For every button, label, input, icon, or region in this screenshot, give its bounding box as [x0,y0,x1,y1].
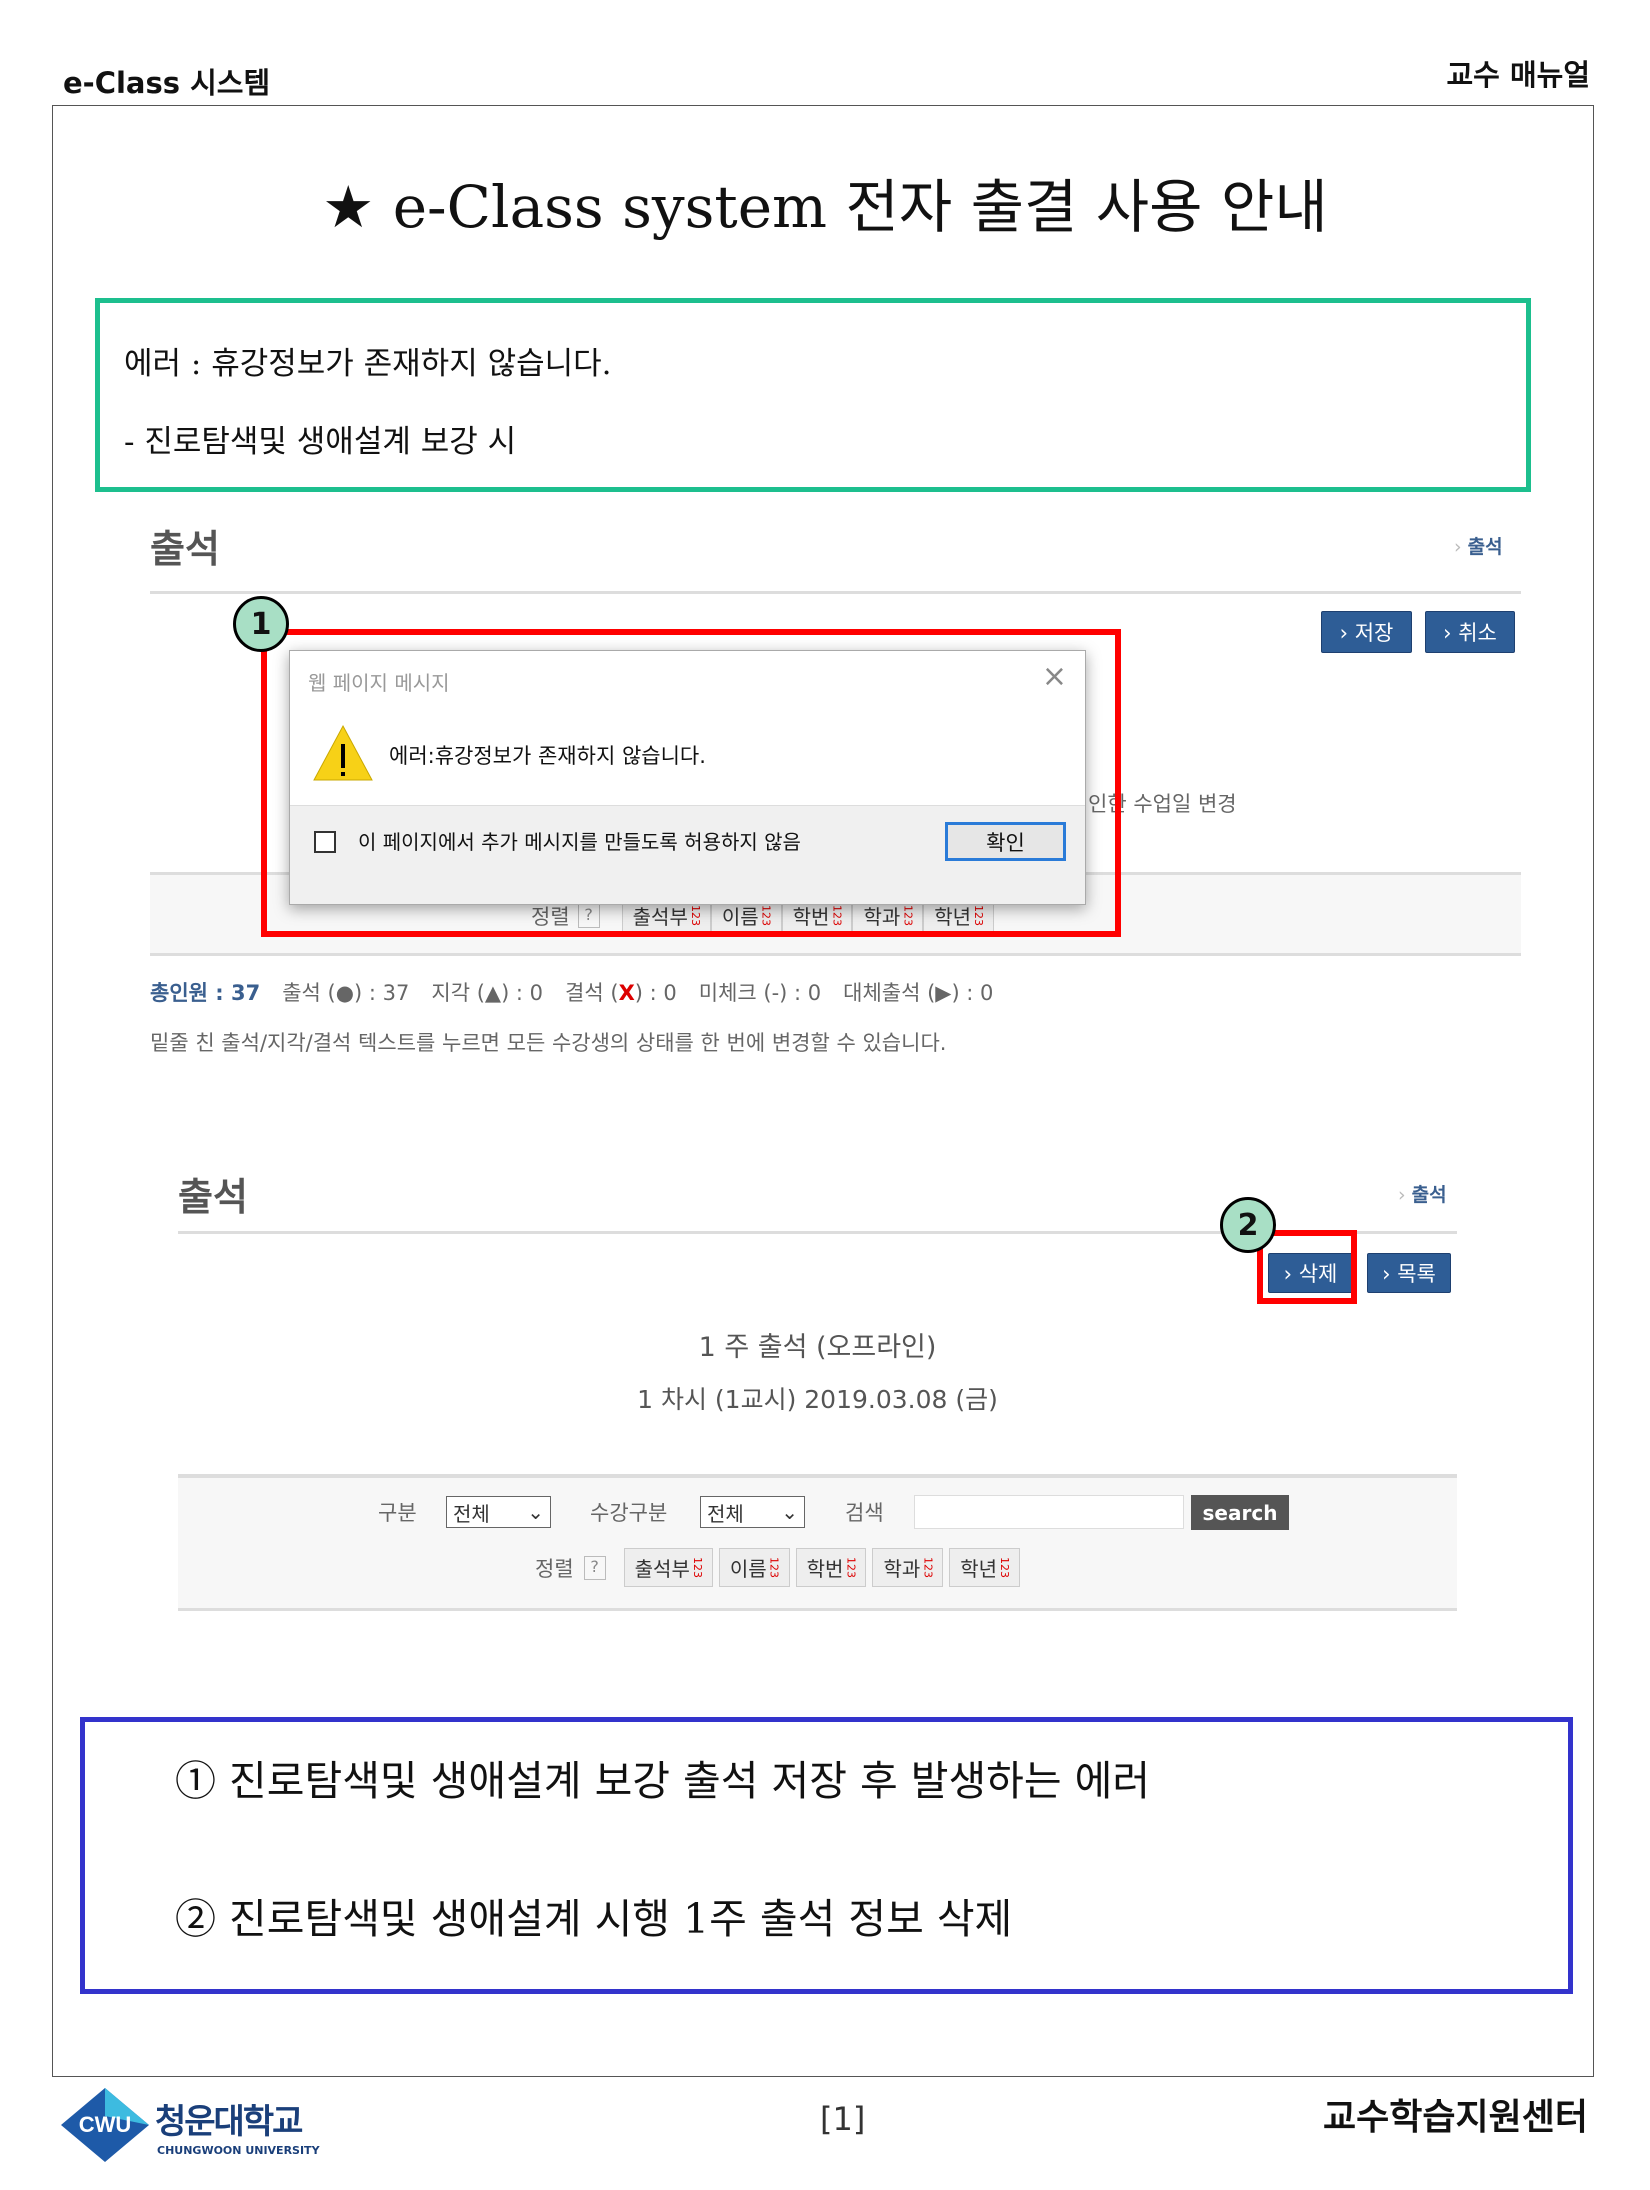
search-label: 검색 [845,1501,884,1525]
sort-attendance[interactable]: 출석부 123 [623,1548,713,1587]
sort-year[interactable]: 학년 123 [949,1548,1021,1587]
stat-unchecked: 미체크 (-) : 0 [698,981,822,1005]
stat-total: 총인원 : 37 [150,981,261,1005]
explain-line2: ② 진로탐색및 생애설계 시행 1주 출석 정보 삭제 [175,1895,1013,1943]
stat-present[interactable]: 출석 (●) : 37 [282,977,409,1007]
note-line2: - 진로탐색및 생애설계 보강 시 [124,424,517,460]
list-button[interactable]: › 목록 [1367,1253,1451,1293]
marker-1: 1 [233,596,289,652]
logo-emblem-icon: CWU [61,2088,149,2162]
sort-label: 정렬 [535,1556,574,1581]
page-title: ★ e-Class system 전자 출결 사용 안내 [322,173,1328,241]
sort-row: 정렬? 출석부 123 이름 123 학번 123 학과 123 학년 123 [535,1548,1021,1587]
svg-text:CWU: CWU [79,2112,132,2137]
type-label: 구분 [378,1501,417,1525]
highlight-box-1 [261,629,1121,937]
page-number: [1] [820,2100,866,2138]
session-subtitle: 1 차시 (1교시) 2019.03.08 (금) [637,1385,998,1414]
type-select[interactable]: 전체 ⌄ [446,1496,551,1528]
footer-center: 교수학습지원센터 [1323,2097,1588,2138]
divider [150,591,1521,594]
error-note-box: 에러 : 휴강정보가 존재하지 않습니다. - 진로탐색및 생애설계 보강 시 [95,298,1531,492]
breadcrumb-label: 출석 [1411,1184,1447,1206]
chevron-down-icon: ⌄ [781,1500,798,1524]
sort-dept[interactable]: 학과 123 [872,1548,944,1587]
stat-absent[interactable]: 결석 (X) : 0 [565,977,677,1007]
screen1-breadcrumb[interactable]: › 출석 [1454,532,1503,559]
explain-line1: ① 진로탐색및 생애설계 보강 출석 저장 후 발생하는 에러 [175,1757,1151,1805]
screen2-breadcrumb[interactable]: › 출석 [1398,1180,1447,1207]
sort-id[interactable]: 학번 123 [795,1548,867,1587]
explanation-box: ① 진로탐색및 생애설계 보강 출석 저장 후 발생하는 에러 ② 진로탐색및 … [80,1717,1573,1994]
save-button[interactable]: › 저장 [1321,611,1412,653]
screen1-heading: 출석 [150,527,220,571]
stat-substitute: 대체출석 (▶) : 0 [843,981,994,1005]
header-left: e-Class 시스템 [63,66,271,100]
search-button[interactable]: search [1191,1495,1289,1530]
sort-name[interactable]: 이름 123 [718,1548,790,1587]
breadcrumb-label: 출석 [1467,536,1503,558]
help-icon[interactable]: ? [583,1555,606,1580]
university-logo: CWU 청운대학교 CHUNGWOON UNIVERSITY [59,2086,349,2164]
search-input[interactable] [914,1495,1184,1529]
chevron-down-icon: ⌄ [527,1500,544,1524]
cancel-button[interactable]: › 취소 [1425,611,1515,653]
screen2-heading: 출석 [178,1175,248,1219]
highlight-box-2 [1257,1230,1357,1304]
hint-text: 밑줄 친 출석/지각/결석 텍스트를 누르면 모든 수강생의 상태를 한 번에 … [150,1031,947,1055]
enroll-select[interactable]: 전체 ⌄ [700,1496,805,1528]
note-line1: 에러 : 휴강정보가 존재하지 않습니다. [124,346,612,382]
header-right: 교수 매뉴얼 [1446,58,1591,92]
session-title: 1 주 출석 (오프라인) [698,1332,937,1363]
enroll-label: 수강구분 [590,1501,668,1525]
stats-row: 총인원 : 37 출석 (●) : 37 지각 (▲) : 0 결석 (X) :… [150,977,993,1007]
marker-2: 2 [1220,1197,1276,1253]
stat-late[interactable]: 지각 (▲) : 0 [431,977,543,1007]
